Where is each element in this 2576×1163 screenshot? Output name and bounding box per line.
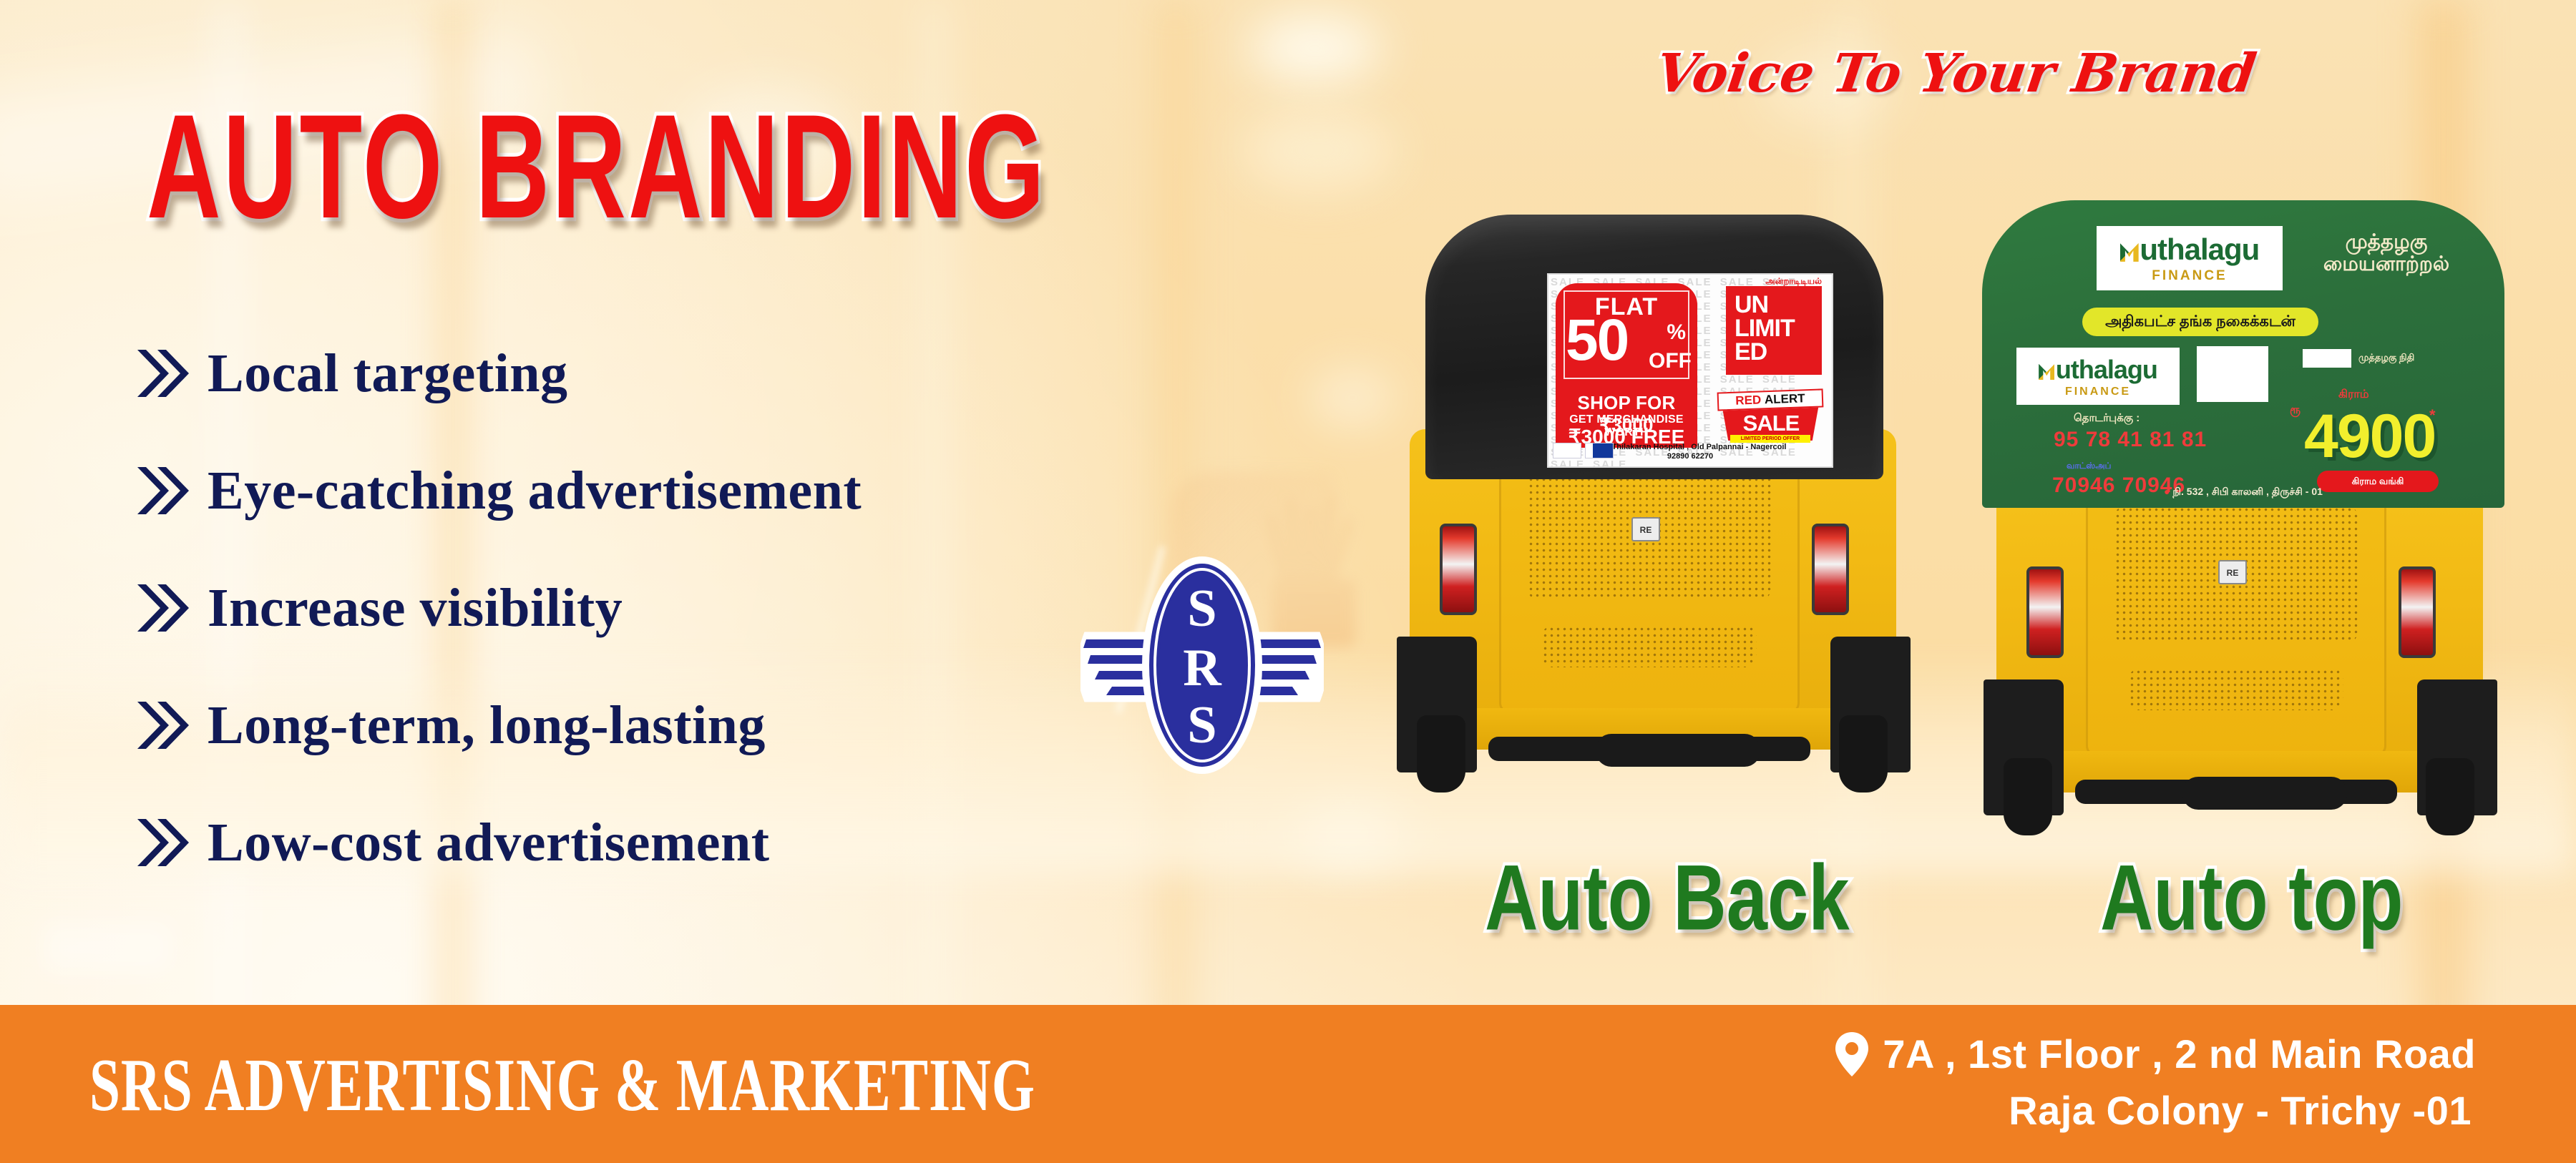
double-chevron-icon (136, 583, 189, 633)
list-item-label: Eye-catching advertisement (208, 460, 862, 521)
wheel-right (1839, 715, 1888, 792)
phone-label-1: தொடர்புக்கு : (2074, 412, 2140, 424)
finance-label: FINANCE (2152, 268, 2228, 283)
red-word: RED (1735, 393, 1762, 408)
phone-number-1: 95 78 41 81 81 (2054, 428, 2207, 451)
double-chevron-icon (136, 348, 189, 398)
muthalagu-m-icon (2039, 363, 2055, 381)
list-item: Local targeting (136, 315, 1138, 432)
muthalagu-wordmark: uthalagu (2119, 232, 2260, 267)
muthalagu-logo-primary: uthalagu FINANCE (2097, 226, 2283, 290)
background-light-blob (1241, 111, 1395, 190)
vehicle-badge: RE (2218, 560, 2247, 584)
muthalagu-m-icon (2119, 242, 2139, 262)
auto-exhaust (2182, 777, 2347, 810)
muthalagu-logo-secondary: uthalagu FINANCE (2016, 348, 2180, 405)
price-asterisk: * (2429, 406, 2436, 424)
srs-logo: S R S (1077, 551, 1327, 780)
background-panel (43, 923, 172, 973)
red-alert-band: RED ALERT (1717, 388, 1824, 411)
off-label: OFF (1649, 349, 1692, 373)
red-alert-sale-badge: RED ALERT SALE LIMITED PERIOD OFFER (1717, 382, 1825, 443)
unlimited-line-3: ED (1735, 338, 1767, 365)
list-item-label: Long-term, long-lasting (208, 695, 766, 755)
sale-word: SALE (1742, 411, 1800, 436)
auto-canopy: SALE SALE SALE SALE SALE SALE SALE SALE … (1425, 215, 1883, 479)
flat-discount-card: FLAT 50 % OFF SHOP FOR ₹3000 GET MERCHAN… (1556, 283, 1697, 448)
phone-label-2: வாட்ஸ்அப் (2067, 461, 2112, 471)
taillight-right (1812, 524, 1849, 615)
discount-value: 50 (1566, 308, 1629, 373)
address-line-1-row: 7A , 1st Floor , 2 nd Main Road (1835, 1031, 2476, 1077)
wheel-left (1417, 715, 1465, 792)
auto-vent-mesh (1542, 626, 1757, 667)
auto-exhaust (1596, 734, 1760, 767)
price-caption: கிராம் (2338, 388, 2369, 401)
unlimited-line-2: LIMIT (1735, 315, 1795, 342)
bank-logo-icon (1585, 443, 1614, 458)
wheel-right (2426, 758, 2474, 835)
alert-word: ALERT (1764, 391, 1805, 407)
vehicle-badge: RE (1631, 517, 1660, 541)
taillight-left (1440, 524, 1477, 615)
tamil-headline: முத்தழகு மையனாற்றல் (2323, 230, 2450, 275)
svg-text:S: S (1187, 579, 1216, 638)
tagline: Voice To Your Brand (1649, 41, 2262, 107)
auto-branding-banner: AUTO BRANDING Voice To Your Brand Local … (0, 0, 2576, 1163)
double-chevron-icon (136, 466, 189, 516)
caption-auto-back: Auto Back (1482, 843, 1852, 953)
partner-logos (1553, 443, 1614, 458)
benefits-list: Local targeting Eye-catching advertiseme… (136, 315, 1138, 901)
svg-text:S: S (1187, 696, 1216, 755)
unlimited-line-1: UN (1735, 291, 1769, 318)
list-item: Long-term, long-lasting (136, 667, 1138, 784)
footer-bar: SRS ADVERTISING & MARKETING 7A , 1st Flo… (0, 1005, 2576, 1163)
taillight-right (2399, 566, 2436, 658)
double-chevron-icon (136, 818, 189, 868)
company-name: SRS ADVERTISING & MARKETING (89, 1043, 1035, 1127)
list-item: Increase visibility (136, 549, 1138, 667)
double-chevron-icon (136, 700, 189, 750)
map-pin-icon: ● (2164, 486, 2170, 497)
list-item-label: Increase visibility (208, 577, 623, 638)
page-title: AUTO BRANDING (144, 81, 1047, 254)
auto-back-ad-panel: SALE SALE SALE SALE SALE SALE SALE SALE … (1547, 273, 1833, 468)
auto-top-ad-panel: uthalagu FINANCE முத்தழகு மையனாற்றல் அதி… (1982, 200, 2504, 508)
percent-symbol: % (1667, 320, 1686, 344)
blank-white-box (2197, 346, 2268, 402)
ad-address: ● நி. 532 , சிபி காலனி , திருச்சி - 01 (2164, 486, 2323, 497)
wheel-left (2004, 758, 2052, 835)
price-prefix: ரூ (2290, 404, 2301, 416)
background-light-blob (1309, 372, 1395, 423)
price-value: 4900 (2304, 402, 2436, 471)
partner-logo-icon (1553, 443, 1581, 458)
svg-text:R: R (1183, 639, 1222, 697)
address-line-2: Raja Colony - Trichy -01 (2009, 1088, 2472, 1133)
finance-label: FINANCE (2064, 385, 2132, 398)
auto-rickshaw-back: RE TVS SALE SALE SALE SALE SALE SALE SAL… (1388, 215, 1918, 844)
background-light-blob (1249, 14, 1381, 82)
list-item: Low-cost advertisement (136, 784, 1138, 901)
address-line-2-row: Raja Colony - Trichy -01 (1835, 1087, 2472, 1134)
contact-address: 7A , 1st Floor , 2 nd Main Road Raja Col… (1835, 1031, 2476, 1134)
muthalagu-logo-mini (2303, 349, 2351, 368)
map-pin-icon (1835, 1031, 1869, 1076)
address-line-1: 7A , 1st Floor , 2 nd Main Road (1883, 1031, 2476, 1076)
side-note: முத்தழகு நிதி (2358, 352, 2415, 363)
auto-vent-mesh (2129, 669, 2343, 710)
list-item-label: Low-cost advertisement (208, 812, 770, 873)
list-item-label: Local targeting (208, 343, 568, 403)
auto-rickshaw-top: RE TVS uthalagu FINANCE முத்தழகு மையனாற்… (1961, 200, 2526, 844)
ad-footer: Opp.Thilakaran Hospital , Old Palpannai … (1548, 441, 1832, 465)
list-item: Eye-catching advertisement (136, 432, 1138, 549)
muthalagu-wordmark: uthalagu (2039, 355, 2158, 385)
taillight-left (2026, 566, 2064, 658)
tamil-offer-band: அதிகபட்ச தங்க நகைக்கடன் (2082, 308, 2318, 336)
unlimited-box: UN LIMIT ED (1726, 286, 1822, 375)
caption-auto-top: Auto top (2097, 843, 2406, 953)
